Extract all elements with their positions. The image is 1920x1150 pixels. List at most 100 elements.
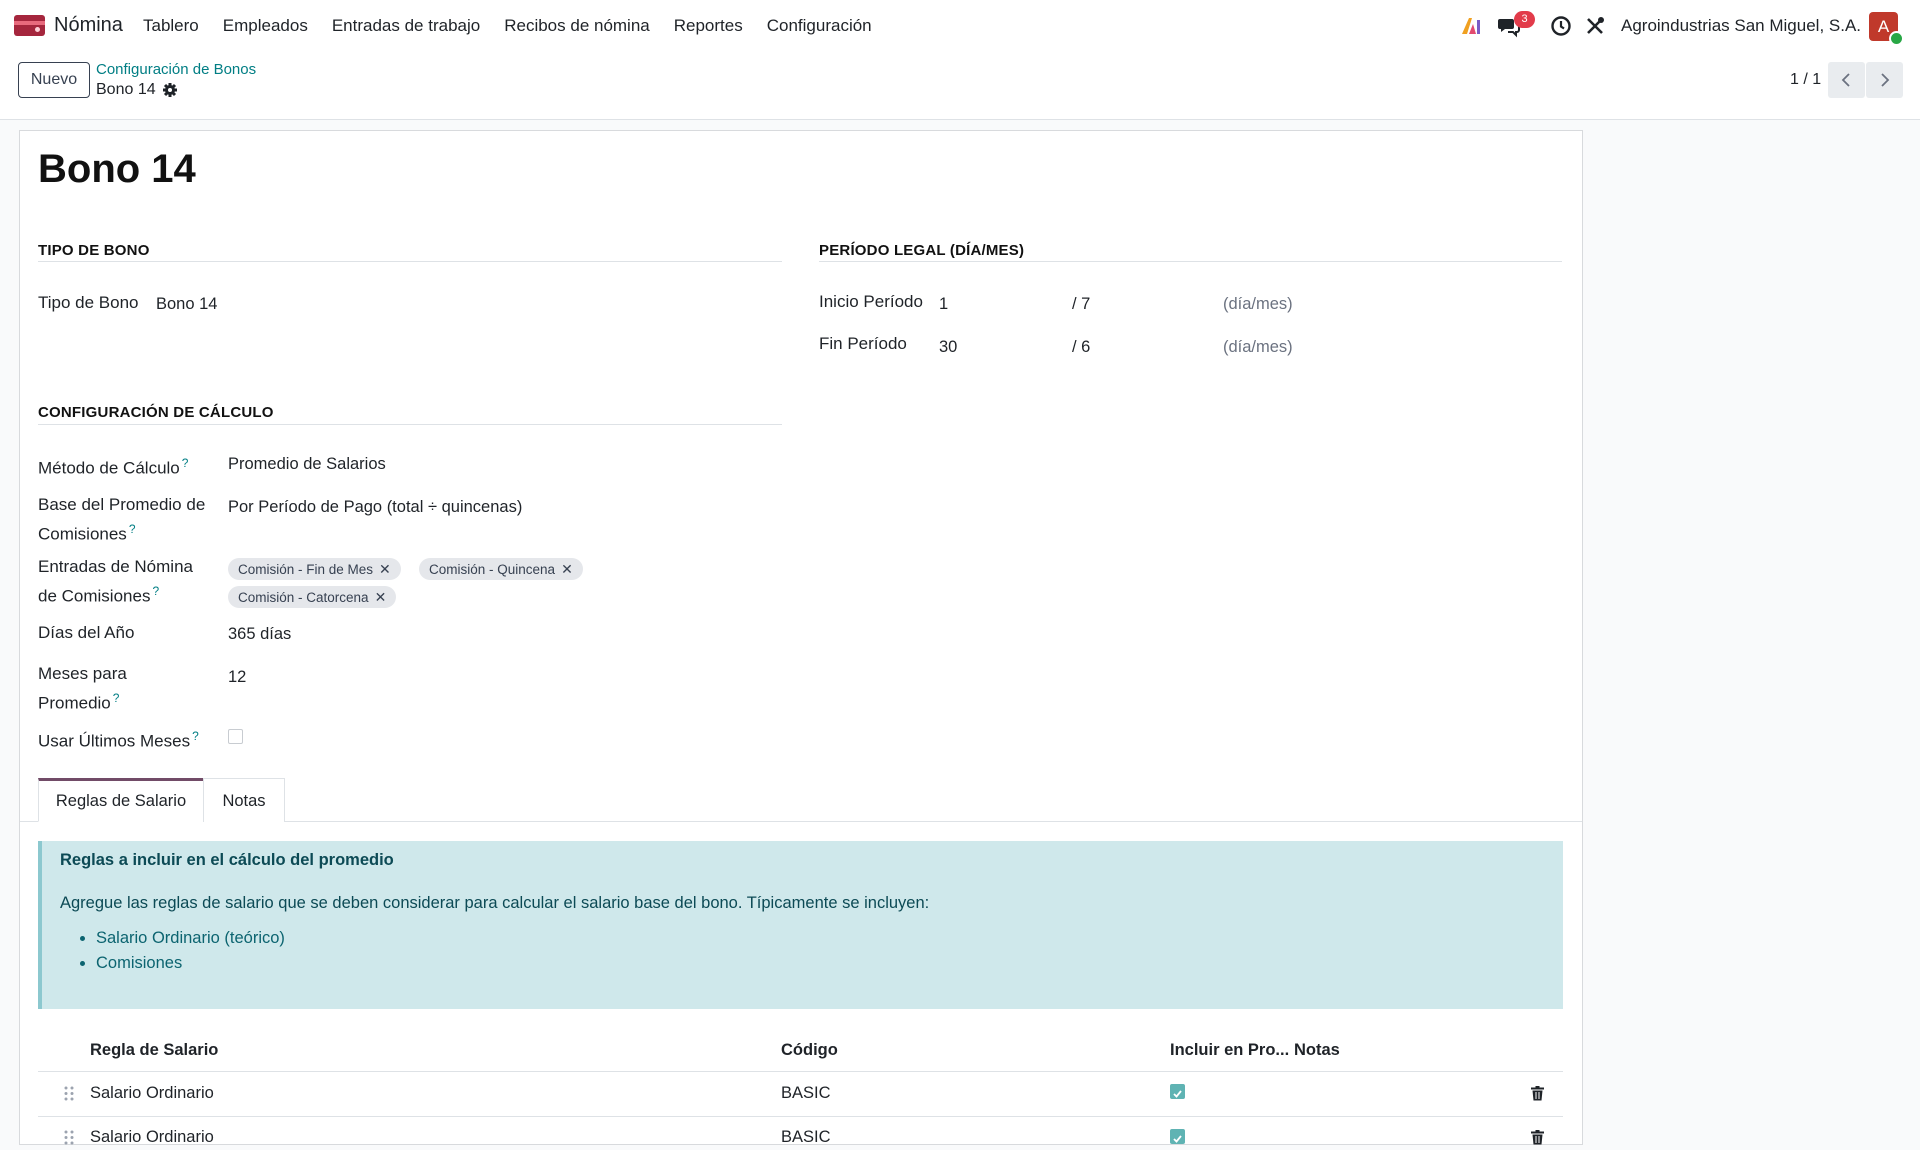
section-divider: [38, 261, 782, 262]
section-configuracion-calculo: CONFIGURACIÓN DE CÁLCULO: [38, 404, 274, 421]
info-alert: Reglas a incluir en el cálculo del prome…: [38, 841, 1563, 1009]
alert-title: Reglas a incluir en el cálculo del prome…: [60, 851, 394, 869]
field-label-base-promedio: Base del Promedio de Comisiones?: [38, 493, 205, 547]
column-header-regla[interactable]: Regla de Salario: [90, 1041, 218, 1060]
logo-dot: [35, 27, 40, 32]
control-panel: Nuevo Configuración de Bonos Bono 14 1 /…: [0, 52, 1920, 120]
field-fin-dia[interactable]: 30: [939, 335, 957, 359]
section-tipo-bono: TIPO DE BONO: [38, 242, 150, 259]
check-icon: [1173, 1090, 1182, 1098]
alert-text: Agregue las reglas de salario que se deb…: [60, 894, 930, 912]
checkbox-incluir[interactable]: [1170, 1129, 1185, 1144]
section-divider: [38, 424, 782, 425]
column-header-incluir[interactable]: Incluir en Pro...: [1170, 1041, 1289, 1060]
help-icon[interactable]: ?: [192, 729, 199, 743]
field-label-metodo: Método de Cálculo?: [38, 451, 188, 481]
messages-badge: 3: [1514, 11, 1535, 28]
help-icon[interactable]: ?: [113, 691, 120, 705]
menu-item-recibos[interactable]: Recibos de nómina: [504, 16, 650, 36]
field-inicio-dia[interactable]: 1: [939, 292, 948, 316]
app-name[interactable]: Nómina: [54, 14, 123, 37]
cell-regla[interactable]: Salario Ordinario: [90, 1084, 214, 1103]
breadcrumb-current: Bono 14: [96, 81, 156, 98]
field-meses-promedio[interactable]: 12: [228, 665, 246, 689]
tag-label: Comisión - Catorcena: [238, 590, 369, 605]
chevron-left-icon: [1841, 73, 1850, 87]
tag-comision-catorcena[interactable]: Comisión - Catorcena ✕: [228, 586, 397, 608]
tag-comision-fin-mes[interactable]: Comisión - Fin de Mes ✕: [228, 558, 401, 580]
clock-icon[interactable]: [1549, 14, 1573, 38]
tab-notas[interactable]: Notas: [203, 778, 285, 822]
alert-list: Salario Ordinario (teórico) Comisiones: [60, 926, 285, 976]
field-label-entradas-comisiones: Entradas de Nómina de Comisiones?: [38, 555, 193, 609]
field-inicio-mes[interactable]: / 7: [1072, 292, 1090, 316]
help-icon[interactable]: ?: [182, 456, 189, 470]
label-text: Promedio: [38, 693, 111, 713]
tab-reglas-salario[interactable]: Reglas de Salario: [38, 778, 204, 822]
menu-item-entradas[interactable]: Entradas de trabajo: [332, 16, 480, 36]
fin-hint: (día/mes): [1223, 338, 1293, 356]
tag-label: Comisión - Fin de Mes: [238, 562, 374, 577]
trash-icon[interactable]: [1531, 1086, 1544, 1101]
checkbox-incluir[interactable]: [1170, 1084, 1185, 1099]
field-base-promedio[interactable]: Por Período de Pago (total ÷ quincenas): [228, 495, 522, 519]
company-switcher[interactable]: Agroindustrias San Miguel, S.A.: [1621, 16, 1861, 36]
main-menu: Tablero Empleados Entradas de trabajo Re…: [143, 16, 896, 36]
chevron-right-icon: [1881, 73, 1890, 87]
ai-icon[interactable]: [1459, 14, 1483, 38]
remove-tag-icon[interactable]: ✕: [561, 561, 573, 577]
label-text: Entradas de Nómina: [38, 557, 193, 576]
pager-next-button[interactable]: [1866, 62, 1903, 98]
field-dias-ano[interactable]: 365 días: [228, 622, 291, 646]
field-label-dias-ano: Días del Año: [38, 623, 135, 642]
remove-tag-icon[interactable]: ✕: [379, 561, 391, 577]
label-text: de Comisiones: [38, 586, 151, 606]
cell-regla[interactable]: Salario Ordinario: [90, 1128, 214, 1147]
breadcrumb-parent-link[interactable]: Configuración de Bonos: [96, 61, 256, 78]
section-periodo-legal: PERÍODO LEGAL (DÍA/MES): [819, 242, 1025, 259]
menu-item-reportes[interactable]: Reportes: [674, 16, 743, 36]
column-header-codigo[interactable]: Código: [781, 1041, 838, 1060]
section-divider: [819, 261, 1562, 262]
label-text: Base del Promedio de: [38, 495, 206, 514]
help-icon[interactable]: ?: [129, 522, 136, 536]
pager-value[interactable]: 1 / 1: [1790, 71, 1821, 89]
checkbox-ultimos-meses[interactable]: [228, 729, 243, 744]
cell-codigo: BASIC: [781, 1128, 831, 1146]
field-label-fin-periodo: Fin Período: [819, 334, 907, 353]
label-text: Método de Cálculo: [38, 458, 180, 478]
payroll-app-icon[interactable]: [14, 15, 45, 36]
menu-item-tablero[interactable]: Tablero: [143, 16, 199, 36]
drag-handle-icon[interactable]: [64, 1086, 74, 1101]
field-label-inicio-periodo: Inicio Período: [819, 292, 923, 311]
presence-status-dot: [1889, 31, 1904, 46]
column-header-notas[interactable]: Notas: [1294, 1041, 1340, 1060]
new-button[interactable]: Nuevo: [18, 62, 90, 98]
alert-list-item: Salario Ordinario (teórico): [96, 926, 285, 951]
field-label-meses-promedio: Meses para Promedio?: [38, 662, 127, 716]
help-icon[interactable]: ?: [152, 584, 159, 598]
menu-item-configuracion[interactable]: Configuración: [767, 16, 872, 36]
tools-icon[interactable]: [1583, 14, 1607, 38]
record-title[interactable]: Bono 14: [38, 147, 196, 192]
field-tipo-bono[interactable]: Bono 14: [156, 292, 217, 316]
top-navbar: Nómina Tablero Empleados Entradas de tra…: [0, 0, 1920, 52]
remove-tag-icon[interactable]: ✕: [375, 589, 387, 605]
tag-comision-quincena[interactable]: Comisión - Quincena ✕: [419, 558, 583, 580]
field-metodo-calculo[interactable]: Promedio de Salarios: [228, 452, 386, 476]
menu-item-empleados[interactable]: Empleados: [223, 16, 308, 36]
check-icon: [1173, 1135, 1182, 1143]
label-text: Comisiones: [38, 524, 127, 544]
field-label-ultimos-meses: Usar Últimos Meses?: [38, 724, 199, 754]
field-fin-mes[interactable]: / 6: [1072, 335, 1090, 359]
alert-list-item: Comisiones: [96, 951, 285, 976]
field-label-tipo-bono: Tipo de Bono: [38, 293, 139, 312]
table-header-divider: [38, 1071, 1563, 1072]
gear-icon[interactable]: [162, 82, 178, 98]
label-text: Usar Últimos Meses: [38, 731, 191, 751]
pager-previous-button[interactable]: [1828, 62, 1865, 98]
form-sheet: Bono 14 TIPO DE BONO Tipo de Bono Bono 1…: [19, 130, 1583, 1147]
label-text: Meses para: [38, 664, 127, 683]
inicio-hint: (día/mes): [1223, 295, 1293, 313]
logo-stripe: [14, 21, 45, 25]
